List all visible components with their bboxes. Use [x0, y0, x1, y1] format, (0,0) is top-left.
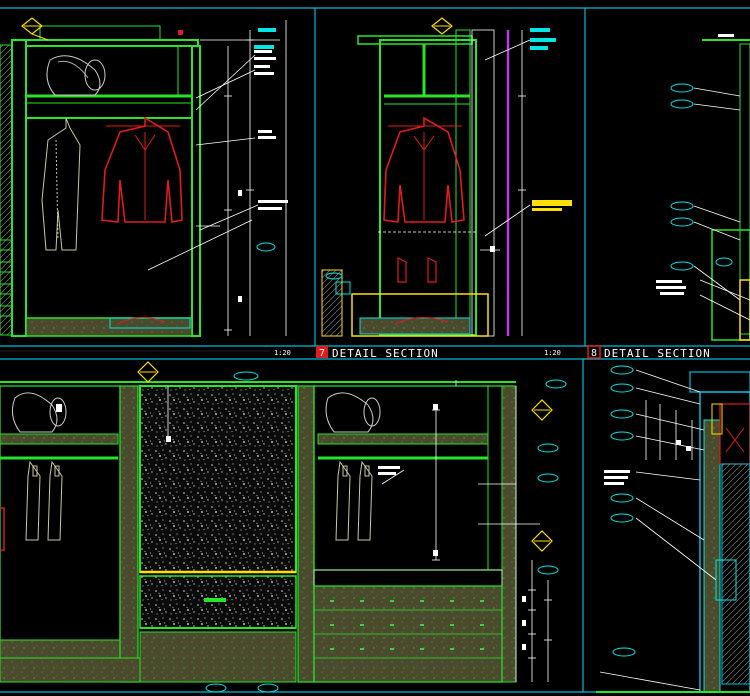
panel-bottom-right — [596, 365, 750, 693]
panel-top-middle — [321, 17, 572, 337]
panel-top-left — [0, 17, 288, 337]
section-marker-icon-4 — [531, 399, 553, 421]
panel-top-right — [656, 34, 750, 341]
svg-text:DETAIL SECTION: DETAIL SECTION — [604, 347, 711, 360]
svg-text:7: 7 — [319, 348, 325, 359]
cad-drawing: 7 DETAIL SECTION 8 DETAIL SECTION 1:20 1… — [0, 0, 750, 696]
svg-text:8: 8 — [591, 348, 597, 359]
section-label-8: 8 DETAIL SECTION — [587, 345, 711, 360]
section-marker-icon-5 — [531, 530, 553, 552]
section-marker-icon-2 — [431, 17, 453, 35]
svg-text:DETAIL SECTION: DETAIL SECTION — [332, 347, 439, 360]
section-marker-icon-3 — [137, 361, 159, 383]
scale-label-2: 1:20 — [544, 349, 561, 357]
panel-bottom-left — [0, 361, 567, 693]
section-label-7: 7 DETAIL SECTION — [316, 346, 439, 360]
section-marker-icon — [21, 17, 49, 41]
scale-label-1: 1:20 — [274, 349, 291, 357]
section-title-strip: 7 DETAIL SECTION 8 DETAIL SECTION 1:20 1… — [0, 345, 711, 360]
